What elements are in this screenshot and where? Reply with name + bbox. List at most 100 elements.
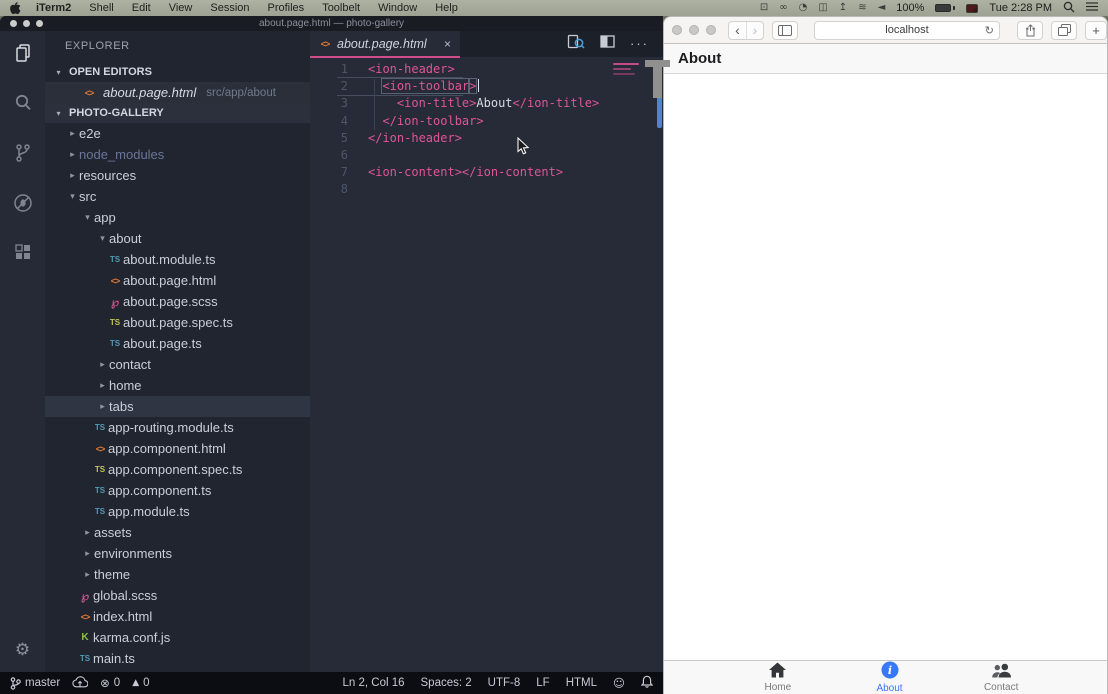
status-ln-2-col-16[interactable]: Ln 2, Col 16 [343,677,405,689]
tree-item-contact[interactable]: ▸contact [45,354,310,375]
tree-item-environments[interactable]: ▸environments [45,543,310,564]
menu-view[interactable]: View [160,2,202,14]
timer-icon[interactable]: ∞ [779,2,787,13]
close-window-button[interactable] [10,20,17,27]
tree-item-app-routing-module-ts[interactable]: TSapp-routing.module.ts [45,417,310,438]
menu-iterm2[interactable]: iTerm2 [27,2,80,14]
reload-icon[interactable]: ↻ [985,24,994,37]
tab-about-page-html[interactable]: <> about.page.html × [310,31,460,57]
tree-item-tabs[interactable]: ▸tabs [45,396,310,417]
share-button[interactable] [1017,21,1043,40]
search-icon[interactable] [11,91,35,115]
usb-icon[interactable]: ↥ [839,2,847,13]
tree-item-label: resources [79,168,136,183]
code-line-5: 5</ion-header> [310,130,663,147]
menubar-clock[interactable]: Tue 2:28 PM [989,2,1052,14]
tree-item-app-component-ts[interactable]: TSapp.component.ts [45,480,310,501]
tree-item-about-page-ts[interactable]: TSabout.page.ts [45,333,310,354]
tree-item-about-page-html[interactable]: <>about.page.html [45,270,310,291]
tree-item-main-ts[interactable]: TSmain.ts [45,648,310,669]
wifi-icon[interactable]: ≋ [858,2,866,13]
status-utf-8[interactable]: UTF-8 [488,677,521,689]
menu-session[interactable]: Session [201,2,258,14]
tree-item-assets[interactable]: ▸assets [45,522,310,543]
html-file-icon: <> [81,88,97,98]
tab-contact[interactable]: Contact [945,661,1057,694]
explorer-icon[interactable] [11,41,35,65]
tree-item-about-page-spec-ts[interactable]: TSabout.page.spec.ts [45,312,310,333]
tree-item-about-page-scss[interactable]: ℘about.page.scss [45,291,310,312]
menu-toolbelt[interactable]: Toolbelt [313,2,369,14]
clock-icon[interactable]: ◔ [799,2,808,13]
feedback-smiley-icon[interactable]: ☺ [613,676,625,690]
vscode-titlebar[interactable]: about.page.html — photo-gallery [0,16,663,31]
twistie-icon: ▾ [81,213,94,223]
vscode-window: about.page.html — photo-gallery [0,16,663,694]
browser-traffic-lights[interactable] [672,25,716,35]
activity-bar: ⚙ [0,31,45,672]
tree-item-karma-conf-js[interactable]: Kkarma.conf.js [45,627,310,648]
tree-item-about-module-ts[interactable]: TSabout.module.ts [45,249,310,270]
tree-item-home[interactable]: ▸home [45,375,310,396]
minimize-window-button[interactable] [23,20,30,27]
source-control-icon[interactable] [11,141,35,165]
tree-item-e2e[interactable]: ▸e2e [45,123,310,144]
zoom-window-button[interactable] [36,20,43,27]
tree-item-global-scss[interactable]: ℘global.scss [45,585,310,606]
settings-gear-icon[interactable]: ⚙ [15,640,30,660]
minimize-window-button[interactable] [689,25,699,35]
tree-item-about[interactable]: ▾about [45,228,310,249]
extensions-icon[interactable] [11,241,35,265]
menu-edit[interactable]: Edit [123,2,160,14]
tree-item-app-component-spec-ts[interactable]: TSapp.component.spec.ts [45,459,310,480]
menu-window[interactable]: Window [369,2,426,14]
close-window-button[interactable] [672,25,682,35]
display-icon[interactable]: ◫ [818,2,827,13]
back-button[interactable]: ‹ [729,22,746,39]
tree-item-app-component-html[interactable]: <>app.component.html [45,438,310,459]
open-editor-item[interactable]: <> about.page.html src/app/about [45,82,310,103]
tab-home[interactable]: Home [722,661,834,694]
notification-center-icon[interactable] [1086,1,1098,15]
twistie-icon: ▾ [66,192,79,202]
volume-icon[interactable]: ◄ [878,2,886,13]
open-editors-section[interactable]: ▾ OPEN EDITORS [45,62,310,82]
address-bar[interactable]: localhost ↻ [814,21,1000,40]
more-actions-icon[interactable]: ··· [630,39,649,49]
tree-item-app[interactable]: ▾app [45,207,310,228]
status-spaces-2[interactable]: Spaces: 2 [421,677,472,689]
sidebar-toggle-button[interactable] [772,21,798,40]
status-html[interactable]: HTML [566,677,597,689]
tab-about[interactable]: iAbout [834,661,946,694]
warnings-indicator[interactable]: ▲ 0 [132,677,149,689]
zoom-window-button[interactable] [706,25,716,35]
tree-item-theme[interactable]: ▸theme [45,564,310,585]
notifications-bell-icon[interactable] [641,675,653,691]
errors-indicator[interactable]: ⊗ 0 [100,676,120,690]
open-preview-icon[interactable] [567,34,585,55]
new-tab-button[interactable]: + [1085,21,1107,40]
vscode-traffic-lights[interactable] [10,20,43,27]
menu-help[interactable]: Help [426,2,467,14]
screenshot-icon[interactable]: ⊡ [760,2,768,13]
menu-shell[interactable]: Shell [80,2,122,14]
git-branch-indicator[interactable]: master [10,677,60,690]
tree-item-index-html[interactable]: <>index.html [45,606,310,627]
tab-overview-button[interactable] [1051,21,1077,40]
tab-close-icon[interactable]: × [444,37,451,51]
code-editor[interactable]: 1<ion-header>2 <ion-toolbar>3 <ion-title… [310,57,663,672]
keyboard-layout-flag-icon[interactable] [966,4,978,13]
forward-button[interactable]: › [746,22,763,39]
debug-icon[interactable] [11,191,35,215]
project-section-header[interactable]: ▾ PHOTO-GALLERY [45,103,310,123]
spotlight-icon[interactable] [1063,1,1075,16]
tree-item-src[interactable]: ▾src [45,186,310,207]
menu-profiles[interactable]: Profiles [259,2,314,14]
tree-item-node-modules[interactable]: ▸node_modules [45,144,310,165]
publish-sync-icon[interactable] [72,676,88,691]
apple-menu-icon[interactable] [10,2,21,15]
split-editor-icon[interactable] [600,35,615,53]
tree-item-app-module-ts[interactable]: TSapp.module.ts [45,501,310,522]
tree-item-resources[interactable]: ▸resources [45,165,310,186]
status-lf[interactable]: LF [536,677,549,689]
